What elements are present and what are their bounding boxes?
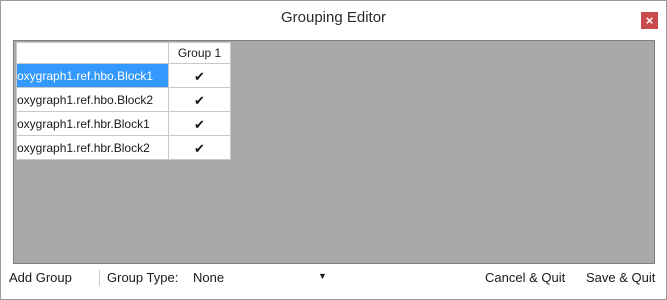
- window-title: Grouping Editor: [280, 9, 387, 26]
- checkbox-cell[interactable]: ✔: [168, 111, 231, 136]
- close-icon: ×: [645, 13, 654, 28]
- checkbox-cell[interactable]: ✔: [168, 63, 231, 88]
- grid-corner-cell[interactable]: [16, 42, 169, 64]
- row-header-hbo-block2[interactable]: oxygraph1.ref.hbo.Block2: [16, 87, 169, 112]
- check-icon[interactable]: ✔: [193, 70, 206, 83]
- title-bar: Grouping Editor ×: [1, 1, 666, 35]
- table-row: oxygraph1.ref.hbo.Block1 ✔: [16, 63, 231, 88]
- group-type-label: Group Type:: [107, 270, 179, 285]
- group-type-dropdown[interactable]: None ▼: [189, 270, 329, 288]
- row-header-hbr-block2[interactable]: oxygraph1.ref.hbr.Block2: [16, 135, 169, 160]
- toolbar-divider: [99, 270, 100, 286]
- check-icon[interactable]: ✔: [193, 94, 206, 107]
- grouping-grid-area: Group 1 oxygraph1.ref.hbo.Block1 ✔ oxygr…: [13, 40, 655, 264]
- checkbox-cell[interactable]: ✔: [168, 135, 231, 160]
- add-group-button[interactable]: Add Group: [9, 270, 72, 285]
- row-header-hbo-block1[interactable]: oxygraph1.ref.hbo.Block1: [16, 63, 169, 88]
- column-header-group-1[interactable]: Group 1: [168, 42, 231, 64]
- chevron-down-icon[interactable]: ▼: [318, 271, 327, 281]
- table-row: oxygraph1.ref.hbo.Block2 ✔: [16, 87, 231, 112]
- group-type-value: None: [193, 270, 225, 285]
- grouping-editor-window: Grouping Editor × Group 1 oxygraph1.ref.…: [0, 0, 667, 300]
- close-button[interactable]: ×: [641, 12, 658, 29]
- check-icon[interactable]: ✔: [193, 142, 206, 155]
- table-row: oxygraph1.ref.hbr.Block2 ✔: [16, 135, 231, 160]
- save-quit-button[interactable]: Save & Quit: [586, 270, 655, 285]
- row-header-hbr-block1[interactable]: oxygraph1.ref.hbr.Block1: [16, 111, 169, 136]
- cancel-quit-button[interactable]: Cancel & Quit: [485, 270, 565, 285]
- bottom-toolbar: Add Group Group Type: None ▼ Cancel & Qu…: [1, 266, 666, 290]
- grouping-grid: Group 1 oxygraph1.ref.hbo.Block1 ✔ oxygr…: [16, 42, 231, 160]
- checkbox-cell[interactable]: ✔: [168, 87, 231, 112]
- table-row: oxygraph1.ref.hbr.Block1 ✔: [16, 111, 231, 136]
- check-icon[interactable]: ✔: [193, 118, 206, 131]
